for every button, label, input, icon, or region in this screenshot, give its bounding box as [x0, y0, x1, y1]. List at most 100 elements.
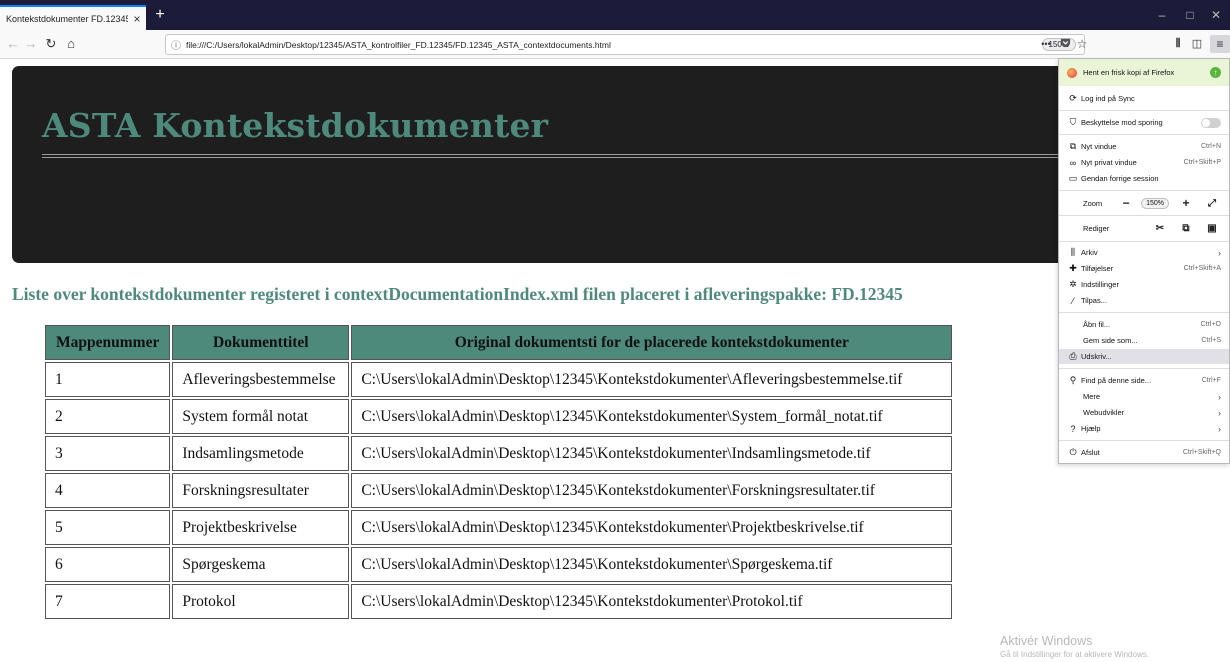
table-row: 7 Protokol C:\Users\lokalAdmin\Desktop\1…: [45, 584, 953, 619]
menu-item-label: Webudvikler: [1083, 408, 1125, 417]
menu-item-label: Find på denne side...: [1081, 376, 1152, 385]
zoom-reset-button[interactable]: 150%: [1141, 197, 1169, 209]
minimize-icon[interactable]: –: [1155, 8, 1169, 22]
menu-item-shortcut: Ctrl+N: [1200, 143, 1221, 150]
table-row: 2 System formål notat C:\Users\lokalAdmi…: [45, 399, 953, 434]
cut-icon[interactable]: ✂: [1151, 223, 1169, 234]
menu-item-open-file[interactable]: Åbn fil... Ctrl+O: [1059, 317, 1229, 332]
chevron-right-icon: ›: [1218, 423, 1221, 434]
menu-item-options[interactable]: ✲ Indstillinger: [1059, 277, 1229, 292]
menu-item-sync[interactable]: ⟳ Log ind på Sync: [1059, 91, 1229, 106]
menu-item-label: Hent en frisk kopi af Firefox: [1083, 68, 1175, 77]
chevron-right-icon: ›: [1218, 247, 1221, 258]
table-cell: C:\Users\lokalAdmin\Desktop\12345\Kontek…: [351, 436, 953, 471]
menu-item-find[interactable]: ⚲ Find på denne side... Ctrl+F: [1059, 373, 1229, 388]
menu-item-tracking-protection[interactable]: ⛉ Beskyttelse mod sporing: [1059, 115, 1229, 130]
menu-item-label: Afslut: [1081, 448, 1100, 457]
bookmark-star-icon[interactable]: ☆: [1072, 35, 1092, 53]
tab-bar: Kontekstdokumenter FD.12345 × + – □ ✕: [0, 0, 1230, 30]
menu-item-web-developer[interactable]: Webudvikler ›: [1059, 405, 1229, 420]
url-bar[interactable]: ⓘ file:///C:/Users/lokalAdmin/Desktop/12…: [165, 34, 1085, 55]
menu-item-label: Log ind på Sync: [1081, 94, 1135, 103]
reload-icon[interactable]: ↻: [42, 35, 60, 53]
shield-icon: ⛉: [1069, 117, 1077, 127]
menu-item-label: Hjælp: [1081, 424, 1101, 433]
edit-label: Rediger: [1083, 223, 1110, 233]
fullscreen-icon[interactable]: ⤢: [1203, 198, 1221, 209]
table-cell: C:\Users\lokalAdmin\Desktop\12345\Kontek…: [351, 362, 953, 397]
menu-item-update[interactable]: Hent en frisk kopi af Firefox ↑: [1059, 59, 1229, 86]
paste-icon[interactable]: ▣: [1203, 223, 1221, 234]
gear-icon: ✲: [1069, 279, 1077, 289]
menu-item-shortcut: Ctrl+Skift+A: [1183, 265, 1221, 272]
table-row: 4 Forskningsresultater C:\Users\lokalAdm…: [45, 473, 953, 508]
active-tab[interactable]: Kontekstdokumenter FD.12345 ×: [0, 5, 146, 30]
zoom-out-button[interactable]: −: [1117, 196, 1135, 210]
menu-item-shortcut: Ctrl+Skift+Q: [1182, 449, 1221, 456]
table-cell: C:\Users\lokalAdmin\Desktop\12345\Kontek…: [351, 399, 953, 434]
menu-item-label: Åbn fil...: [1083, 320, 1111, 329]
menu-item-shortcut: Ctrl+S: [1201, 337, 1221, 344]
table-cell: System formål notat: [172, 399, 350, 434]
menu-zoom-row: Zoom − 150% + ⤢: [1059, 193, 1229, 213]
menu-item-shortcut: Ctrl+O: [1200, 321, 1221, 328]
menu-item-label: Tilpas...: [1081, 296, 1107, 305]
copy-icon[interactable]: ⧉: [1177, 223, 1195, 234]
forward-icon[interactable]: →: [22, 35, 40, 53]
tab-title: Kontekstdokumenter FD.12345: [6, 13, 128, 24]
maximize-icon[interactable]: □: [1183, 8, 1197, 22]
home-icon[interactable]: ⌂: [62, 35, 80, 53]
table-cell: Forskningsresultater: [172, 473, 350, 508]
table-cell: 5: [45, 510, 171, 545]
puzzle-icon: ✚: [1069, 263, 1077, 273]
menu-icon[interactable]: ≡: [1210, 35, 1230, 53]
menu-item-label: Udskriv...: [1081, 352, 1112, 361]
column-header: Original dokumentsti for de placerede ko…: [351, 325, 953, 360]
header-banner: ASTA Kontekstdokumenter: [12, 66, 1102, 263]
menu-item-print[interactable]: ⎙ Udskriv...: [1059, 349, 1229, 364]
page-title: ASTA Kontekstdokumenter: [42, 106, 549, 145]
menu-item-customize[interactable]: ⁄ Tilpas...: [1059, 293, 1229, 308]
menu-item-private-window[interactable]: ∞ Nyt privat vindue Ctrl+Skift+P: [1059, 155, 1229, 170]
menu-separator: [1059, 134, 1229, 135]
menu-item-more[interactable]: Mere ›: [1059, 389, 1229, 404]
table-cell: Projektbeskrivelse: [172, 510, 350, 545]
page-actions-icon[interactable]: •••: [1036, 35, 1056, 53]
tab-close-icon[interactable]: ×: [128, 12, 146, 26]
power-icon: ⏻: [1069, 447, 1077, 457]
menu-item-label: Arkiv: [1081, 248, 1098, 257]
menu-item-restore-session[interactable]: ▭ Gendan forrige session: [1059, 171, 1229, 186]
zoom-in-button[interactable]: +: [1177, 196, 1195, 210]
menu-item-save-page[interactable]: Gem side som... Ctrl+S: [1059, 333, 1229, 348]
menu-item-library[interactable]: ⫼ Arkiv ›: [1059, 245, 1229, 260]
table-cell: C:\Users\lokalAdmin\Desktop\12345\Kontek…: [351, 584, 953, 619]
page-subtitle: Liste over kontekstdokumenter registeret…: [12, 284, 903, 304]
window-close-icon[interactable]: ✕: [1209, 8, 1223, 22]
library-icon[interactable]: ⫼: [1168, 35, 1188, 53]
menu-item-help[interactable]: ? Hjælp ›: [1059, 421, 1229, 436]
paintbrush-icon: ⁄: [1072, 295, 1074, 306]
menu-item-label: Gem side som...: [1083, 336, 1138, 345]
info-icon[interactable]: ⓘ: [166, 37, 186, 52]
watermark-hint: Gå til Indstillinger for at aktivere Win…: [1000, 650, 1149, 659]
firefox-app-menu: Hent en frisk kopi af Firefox ↑ ⟳ Log in…: [1058, 58, 1230, 464]
sidebar-icon[interactable]: ◫: [1187, 35, 1207, 53]
tracking-toggle[interactable]: [1201, 117, 1221, 128]
menu-separator: [1059, 312, 1229, 313]
table-cell: 1: [45, 362, 171, 397]
menu-separator: [1059, 215, 1229, 216]
menu-item-quit[interactable]: ⏻ Afslut Ctrl+Skift+Q: [1059, 445, 1229, 460]
back-icon[interactable]: ←: [4, 35, 22, 53]
table-cell: 7: [45, 584, 171, 619]
menu-item-new-window[interactable]: ⧉ Nyt vindue Ctrl+N: [1059, 139, 1229, 154]
url-text[interactable]: file:///C:/Users/lokalAdmin/Desktop/1234…: [186, 40, 1042, 50]
title-divider: [42, 154, 1087, 158]
menu-item-addons[interactable]: ✚ Tilføjelser Ctrl+Skift+A: [1059, 261, 1229, 276]
menu-item-label: Mere: [1083, 392, 1101, 401]
table-row: 3 Indsamlingsmetode C:\Users\lokalAdmin\…: [45, 436, 953, 471]
menu-item-label: Nyt privat vindue: [1081, 158, 1137, 167]
table-cell: 2: [45, 399, 171, 434]
table-cell: C:\Users\lokalAdmin\Desktop\12345\Kontek…: [351, 547, 953, 582]
menu-separator: [1059, 440, 1229, 441]
new-tab-button[interactable]: +: [152, 6, 168, 24]
